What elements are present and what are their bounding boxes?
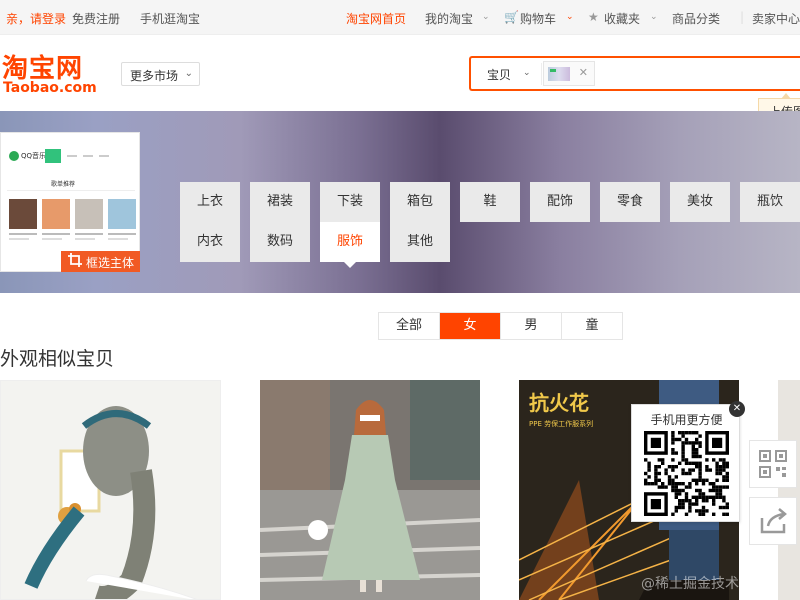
preview-nav-dash (99, 155, 109, 157)
preview-caption (42, 233, 70, 235)
tab-male[interactable]: 男 (501, 313, 562, 339)
search-box[interactable]: 宝贝 ⌄ ✕ (469, 56, 800, 91)
gender-filter-tabs: 全部 女 男 童 (378, 312, 623, 340)
category-drinks[interactable]: 瓶饮 (740, 182, 800, 222)
preview-caption (75, 233, 103, 235)
similar-items-title: 外观相似宝贝 (0, 348, 115, 370)
category-apparel[interactable]: 服饰 (320, 222, 380, 268)
preview-caption (42, 238, 62, 240)
product-image-dress (260, 380, 480, 600)
category-skirt[interactable]: 裙装 (250, 182, 310, 222)
product-image-headscarf (1, 381, 220, 599)
preview-cover (42, 199, 70, 229)
category-other[interactable]: 其他 (390, 222, 450, 262)
seller-center-menu[interactable]: 卖家中心 (752, 10, 800, 27)
category-top[interactable]: 上衣 (180, 182, 240, 222)
close-icon[interactable]: ✕ (729, 401, 745, 417)
qr-code-icon (759, 450, 787, 478)
product-card[interactable] (260, 380, 480, 600)
chevron-down-icon: ⌄ (184, 68, 193, 79)
chevron-down-icon: ⌄ (566, 12, 574, 22)
mobile-taobao-link[interactable]: 手机逛淘宝 (140, 10, 200, 27)
remove-image-icon[interactable]: ✕ (579, 66, 588, 79)
favorites-menu[interactable]: 收藏夹 (604, 10, 640, 27)
more-markets-label: 更多市场 (130, 69, 179, 83)
category-shoes[interactable]: 鞋 (460, 182, 520, 222)
chevron-down-icon: ⌄ (523, 68, 531, 78)
category-accessories[interactable]: 配饰 (530, 182, 590, 222)
category-underwear[interactable]: 内衣 (180, 222, 240, 262)
product-card[interactable] (778, 380, 800, 600)
divider (541, 63, 542, 85)
qq-music-icon (9, 151, 19, 161)
preview-section-title: 歌单推荐 (51, 181, 76, 188)
preview-cover (9, 199, 37, 229)
preview-caption (108, 233, 136, 235)
mobile-qr-popup: 手机用更方便 ✕ (631, 401, 745, 522)
share-icon (760, 508, 787, 534)
taobao-logo[interactable]: 淘宝网 Taobao.com (0, 48, 110, 98)
cart-menu[interactable]: 购物车 (520, 10, 556, 27)
preview-cover (75, 199, 103, 229)
divider: | (740, 10, 745, 24)
product-card[interactable] (0, 380, 221, 600)
chevron-down-icon: ⌄ (650, 12, 658, 22)
category-bottoms[interactable]: 下装 (320, 182, 380, 222)
star-icon: ★ (588, 10, 599, 24)
preview-caption (9, 233, 37, 235)
tab-female[interactable]: 女 (440, 313, 501, 339)
category-bags[interactable]: 箱包 (390, 182, 450, 222)
preview-cover (108, 199, 136, 229)
preview-nav-dash (83, 155, 93, 157)
brand-subtext: PPE 劳保工作服系列 (529, 419, 593, 428)
preview-caption (75, 238, 95, 240)
preview-nav-dash (67, 155, 77, 157)
my-taobao-menu[interactable]: 我的淘宝 (425, 10, 473, 27)
search-type-select[interactable]: 宝贝 (487, 66, 511, 83)
category-beauty[interactable]: 美妆 (670, 182, 730, 222)
qr-code (644, 431, 729, 516)
preview-caption (108, 238, 128, 240)
preview-app-name: QQ音乐 (21, 152, 47, 160)
watermark: @稀土掘金技术社区 (641, 576, 767, 592)
qr-code-button[interactable] (749, 440, 797, 488)
category-digital[interactable]: 数码 (250, 222, 310, 262)
categories-link[interactable]: 商品分类 (672, 10, 720, 27)
more-markets-dropdown[interactable]: 更多市场 ⌄ (121, 62, 200, 86)
brand-text: 抗火花 (529, 391, 589, 415)
site-nav-bar: 亲，请登录 免费注册 手机逛淘宝 淘宝网首页 我的淘宝 ⌄ 🛒 购物车 ⌄ ★ … (0, 0, 800, 35)
preview-nav-button (45, 149, 61, 163)
register-link[interactable]: 免费注册 (72, 10, 120, 27)
tab-all[interactable]: 全部 (379, 313, 440, 339)
login-link[interactable]: 亲，请登录 (6, 10, 66, 27)
image-search-chip: ✕ (543, 61, 595, 86)
taobao-home-link[interactable]: 淘宝网首页 (346, 10, 406, 27)
divider (7, 190, 135, 191)
qr-popup-title: 手机用更方便 (650, 413, 723, 427)
crop-subject-button[interactable]: 框选主体 (61, 251, 140, 272)
cart-icon: 🛒 (504, 10, 519, 24)
logo-text-en: Taobao.com (3, 80, 97, 96)
chevron-down-icon: ⌄ (482, 12, 490, 22)
category-snacks[interactable]: 零食 (600, 182, 660, 222)
preview-caption (9, 238, 29, 240)
crop-icon (68, 253, 82, 267)
uploaded-image-thumbnail (548, 67, 570, 81)
crop-subject-label: 框选主体 (86, 256, 135, 270)
tab-kids[interactable]: 童 (562, 313, 622, 339)
share-button[interactable] (749, 497, 797, 545)
